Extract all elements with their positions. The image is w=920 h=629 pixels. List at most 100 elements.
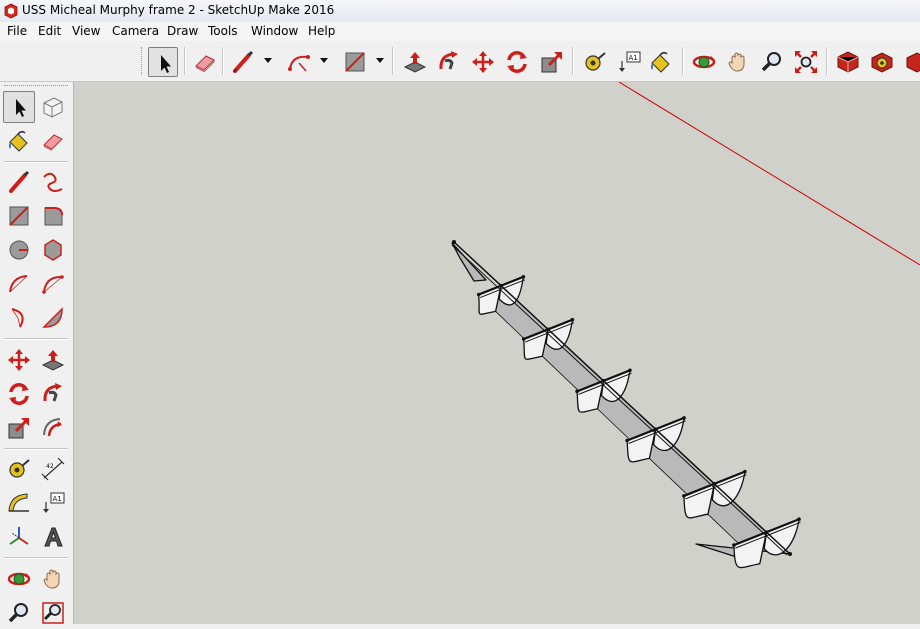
menu-camera[interactable]: Camera xyxy=(112,24,159,38)
zoom-extents-tool-button[interactable] xyxy=(791,47,821,77)
zoom-tool-button[interactable] xyxy=(3,597,35,629)
polygon-tool-button[interactable] xyxy=(37,234,69,266)
move-tool-button[interactable] xyxy=(468,47,498,77)
eraser-tool-button[interactable] xyxy=(190,47,220,77)
text-tool-icon: A1 xyxy=(43,492,65,513)
menu-draw[interactable]: Draw xyxy=(167,24,198,38)
extension-manager-button[interactable] xyxy=(902,47,920,77)
keel-line-inner xyxy=(451,244,788,556)
two-point-arc-icon xyxy=(42,275,64,294)
select-tool-icon xyxy=(161,55,171,73)
zoom-window-icon xyxy=(42,602,64,624)
line-dropdown-chevron-down-icon[interactable] xyxy=(263,56,273,66)
make-component-button[interactable] xyxy=(37,91,69,123)
zoom-tool-button[interactable] xyxy=(757,47,787,77)
move-tool-button[interactable] xyxy=(3,344,35,376)
rectangle-tool-button[interactable] xyxy=(340,47,370,77)
vertex-point xyxy=(570,317,575,322)
pie-tool-button[interactable] xyxy=(37,302,69,334)
tape-measure-tool-button[interactable] xyxy=(580,47,610,77)
rotate-tool-icon xyxy=(507,51,527,73)
toolbar-separator xyxy=(682,47,684,75)
arc-tool-button[interactable] xyxy=(284,47,314,77)
menu-help[interactable]: Help xyxy=(308,24,335,38)
menu-view[interactable]: View xyxy=(72,24,100,38)
toolbar-grip[interactable] xyxy=(4,85,68,86)
title-bar: USS Micheal Murphy frame 2 - SketchUp Ma… xyxy=(0,0,920,23)
rotated-rectangle-icon xyxy=(44,207,63,226)
rotated-rectangle-button[interactable] xyxy=(37,200,69,232)
vertex-point xyxy=(625,438,629,443)
rectangle-tool-icon xyxy=(9,206,29,226)
text-tool-button[interactable]: A1 xyxy=(614,47,644,77)
line-tool-icon xyxy=(9,170,30,193)
menu-window[interactable]: Window xyxy=(251,24,298,38)
eraser-tool-button[interactable] xyxy=(37,125,69,157)
zoom-tool-icon xyxy=(8,603,28,623)
arc-tool-icon xyxy=(288,55,310,72)
extension-manager-icon xyxy=(906,52,920,73)
move-tool-icon xyxy=(8,349,30,371)
3d-warehouse-button[interactable] xyxy=(833,47,863,77)
follow-me-tool-button[interactable] xyxy=(434,47,464,77)
two-point-arc-button[interactable] xyxy=(37,268,69,300)
eraser-tool-icon xyxy=(43,134,63,151)
dimension-tool-button[interactable]: 42 xyxy=(37,453,69,485)
model-canvas[interactable] xyxy=(74,82,920,624)
scale-tool-icon xyxy=(8,418,29,439)
menu-file[interactable]: File xyxy=(7,24,27,38)
ship-frame-model xyxy=(451,240,801,569)
orbit-tool-button[interactable] xyxy=(689,47,719,77)
3d-text-tool-button[interactable] xyxy=(37,521,69,553)
follow-me-tool-icon xyxy=(439,51,458,70)
main-toolbar: A1 xyxy=(0,41,920,82)
paint-bucket-tool-button[interactable] xyxy=(3,125,35,157)
paint-bucket-tool-button[interactable] xyxy=(646,47,676,77)
zoom-window-button[interactable] xyxy=(37,597,69,629)
arc-tool-button[interactable] xyxy=(3,268,35,300)
select-tool-button[interactable] xyxy=(148,47,178,77)
select-tool-button[interactable] xyxy=(3,91,35,123)
drawing-viewport[interactable] xyxy=(74,82,920,624)
scale-tool-button[interactable] xyxy=(537,47,567,77)
paint-bucket-tool-icon xyxy=(9,130,28,152)
three-point-arc-button[interactable] xyxy=(3,302,35,334)
svg-text:42: 42 xyxy=(46,463,54,470)
menu-tools[interactable]: Tools xyxy=(208,24,238,38)
rotate-tool-button[interactable] xyxy=(3,378,35,410)
shapes-dropdown-chevron-down-icon[interactable] xyxy=(375,56,385,66)
axes-tool-button[interactable] xyxy=(3,521,35,553)
large-tool-set: 42 A1 xyxy=(0,82,74,624)
text-tool-button[interactable]: A1 xyxy=(37,487,69,519)
dimension-tool-icon: 42 xyxy=(41,457,65,481)
toolbar-separator xyxy=(222,47,224,75)
tape-measure-tool-button[interactable] xyxy=(3,453,35,485)
vertex-point xyxy=(682,494,686,498)
pan-tool-button[interactable] xyxy=(37,563,69,595)
protractor-tool-button[interactable] xyxy=(3,487,35,519)
toolbar-grip[interactable] xyxy=(141,47,145,75)
tape-measure-tool-icon xyxy=(585,52,606,71)
line-tool-button[interactable] xyxy=(228,47,258,77)
orbit-tool-button[interactable] xyxy=(3,563,35,595)
svg-text:A1: A1 xyxy=(53,495,62,503)
scale-tool-icon xyxy=(541,52,562,73)
rotate-tool-button[interactable] xyxy=(502,47,532,77)
toolbar-separator xyxy=(184,47,186,75)
extension-warehouse-button[interactable] xyxy=(867,47,897,77)
menu-edit[interactable]: Edit xyxy=(38,24,61,38)
line-tool-button[interactable] xyxy=(3,166,35,198)
select-tool-icon xyxy=(16,99,26,117)
scale-tool-button[interactable] xyxy=(3,412,35,444)
arc-dropdown-chevron-down-icon[interactable] xyxy=(319,56,329,66)
rectangle-tool-button[interactable] xyxy=(3,200,35,232)
push-pull-tool-button[interactable] xyxy=(37,344,69,376)
freehand-tool-button[interactable] xyxy=(37,166,69,198)
push-pull-tool-button[interactable] xyxy=(400,47,430,77)
follow-me-tool-button[interactable] xyxy=(37,378,69,410)
rotate-tool-icon xyxy=(9,383,29,405)
vertex-point xyxy=(682,416,686,420)
offset-tool-button[interactable] xyxy=(37,412,69,444)
circle-tool-button[interactable] xyxy=(3,234,35,266)
pan-tool-button[interactable] xyxy=(723,47,753,77)
